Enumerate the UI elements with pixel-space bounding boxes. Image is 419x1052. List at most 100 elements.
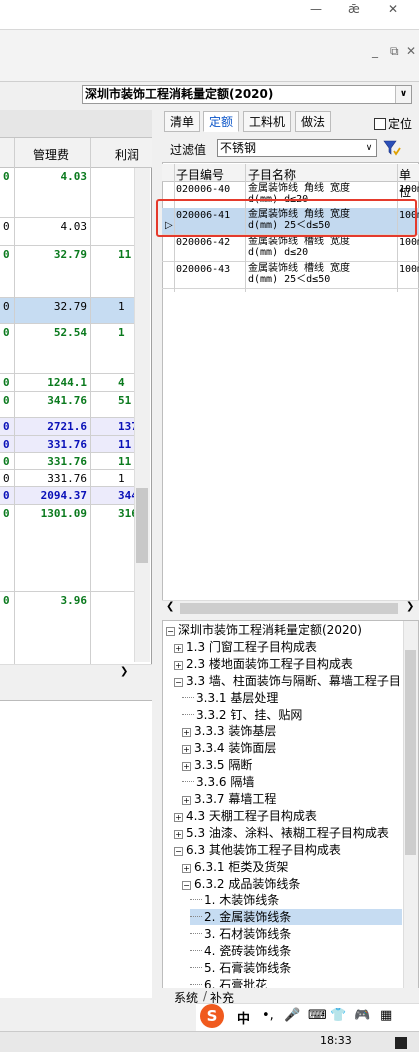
- expand-icon[interactable]: +: [182, 728, 191, 738]
- sogou-logo-icon[interactable]: S: [200, 1004, 224, 1028]
- tree-node[interactable]: 3.3.1 基层处理: [182, 690, 278, 706]
- table-cell: 341.76: [47, 394, 87, 407]
- expand-icon[interactable]: +: [182, 863, 191, 873]
- tree-node-label: 3.3.4 装饰面层: [194, 741, 277, 756]
- quota-library-select[interactable]: 深圳市装饰工程消耗量定额(2020) ∨: [82, 85, 412, 104]
- microphone-icon[interactable]: 🎤: [284, 1008, 300, 1023]
- inner-close-button[interactable]: ✕: [406, 44, 416, 58]
- expand-icon[interactable]: +: [182, 796, 191, 805]
- tree-scroll-thumb[interactable]: [405, 650, 416, 855]
- tab-method[interactable]: 做法: [295, 111, 332, 132]
- table-row[interactable]: 0 331.76 11: [0, 436, 134, 453]
- tree-node-label: 1.3 门窗工程子目构成表: [186, 639, 317, 654]
- tree-connector: [190, 899, 202, 901]
- table-cell: 1301.09: [40, 507, 87, 520]
- tab-system[interactable]: 系统: [174, 989, 198, 1006]
- keyboard-icon[interactable]: ⌨: [308, 1008, 327, 1023]
- chevron-down-icon[interactable]: ∨: [395, 86, 411, 103]
- chevron-left-icon[interactable]: ❮: [166, 601, 174, 612]
- tree-node[interactable]: −3.3 墙、柱面装饰与隔断、幕墙工程子目: [174, 673, 401, 689]
- tree-node[interactable]: 3. 石材装饰线条: [190, 926, 291, 942]
- locate-label: 定位: [388, 117, 413, 131]
- chevron-right-icon[interactable]: ❯: [120, 666, 128, 677]
- inner-minimize-button[interactable]: _: [372, 44, 378, 58]
- tree-node[interactable]: +6.3.1 柜类及货架: [182, 859, 288, 875]
- minimize-button[interactable]: —: [310, 2, 322, 16]
- close-button[interactable]: ✕: [388, 2, 398, 16]
- table-row[interactable]: 020006-42金属装饰线 槽线 宽度d(mm) d≤20100m: [162, 235, 419, 262]
- left-panel-toolbar: [0, 110, 152, 138]
- tree-node[interactable]: 1. 木装饰线条: [190, 892, 279, 908]
- collapse-icon[interactable]: −: [166, 627, 175, 636]
- expand-icon[interactable]: +: [174, 812, 183, 822]
- collapse-icon[interactable]: −: [182, 880, 191, 890]
- tree-node-label: 6.3.2 成品装饰线条: [194, 876, 301, 891]
- tree-node[interactable]: − 深圳市装饰工程消耗量定额(2020): [166, 622, 362, 638]
- tree-node[interactable]: −6.3.2 成品装饰线条: [182, 876, 300, 892]
- table-row[interactable]: 0 331.76 1: [0, 470, 134, 487]
- tab-labor-material-machine[interactable]: 工料机: [243, 111, 292, 132]
- table-row[interactable]: 0 2721.6 137: [0, 418, 138, 436]
- table-cell: 4.03: [60, 220, 88, 233]
- checkbox-icon[interactable]: [374, 118, 386, 130]
- table-row[interactable]: 020006-43金属装饰线 槽线 宽度d(mm) 25＜d≤50100m: [162, 262, 419, 289]
- tree-node[interactable]: 3.3.2 钉、挂、贴网: [182, 707, 302, 723]
- collapse-icon[interactable]: −: [174, 846, 183, 856]
- restore-button[interactable]: ǣ: [348, 2, 360, 16]
- tree-node[interactable]: 2. 金属装饰线条: [190, 909, 402, 926]
- tree-node[interactable]: +4.3 天棚工程子目构成表: [174, 808, 317, 824]
- tree-node[interactable]: 4. 瓷砖装饰线条: [190, 943, 291, 959]
- tree-node[interactable]: +1.3 门窗工程子目构成表: [174, 639, 317, 655]
- expand-icon[interactable]: +: [182, 745, 191, 755]
- inner-restore-button[interactable]: ⧉: [390, 44, 399, 59]
- expand-icon[interactable]: +: [174, 829, 183, 839]
- tree-node-label: 3. 石材装饰线条: [204, 927, 292, 942]
- table-row[interactable]: 0 52.54 1: [0, 324, 134, 374]
- game-icon[interactable]: 🎮: [354, 1008, 370, 1023]
- items-scroll-thumb[interactable]: [180, 603, 398, 614]
- filter-select[interactable]: 不锈钢 ∨: [217, 139, 377, 157]
- table-cell: 0: [3, 220, 10, 233]
- chevron-down-icon[interactable]: ∨: [362, 140, 376, 156]
- tree-node[interactable]: 5. 石膏装饰线条: [190, 960, 291, 976]
- tree-node[interactable]: +3.3.3 装饰基层: [182, 723, 276, 739]
- ime-punctuation-toggle[interactable]: •,: [262, 1008, 274, 1023]
- tree-node[interactable]: 3.3.6 隔墙: [182, 774, 254, 790]
- filter-funnel-icon[interactable]: [382, 138, 402, 158]
- tree-node-label: 6.3 其他装饰工程子目构成表: [186, 842, 341, 857]
- highlight-annotation-box: [156, 199, 417, 237]
- table-row[interactable]: 0 341.76 51: [0, 392, 134, 418]
- toolbox-grid-icon[interactable]: ▦: [380, 1008, 392, 1023]
- chevron-right-icon[interactable]: ❯: [406, 601, 414, 612]
- table-row[interactable]: 0 32.79 11: [0, 246, 134, 298]
- tab-quota[interactable]: 定额: [203, 111, 240, 132]
- left-horizontal-scrollbar[interactable]: ❯: [0, 664, 152, 682]
- left-scroll-thumb[interactable]: [136, 488, 148, 563]
- skin-icon[interactable]: 👕: [330, 1008, 346, 1023]
- collapse-icon[interactable]: −: [174, 677, 183, 687]
- tree-node[interactable]: +2.3 楼地面装饰工程子目构成表: [174, 656, 353, 672]
- tree-node[interactable]: +3.3.5 隔断: [182, 757, 252, 773]
- tree-node[interactable]: +3.3.4 装饰面层: [182, 740, 276, 756]
- left-vertical-scrollbar[interactable]: [134, 168, 150, 662]
- locate-checkbox[interactable]: 定位: [374, 115, 412, 132]
- tab-bill[interactable]: 清单: [164, 111, 201, 132]
- tree-node[interactable]: +5.3 油漆、涂料、裱糊工程子目构成表: [174, 825, 389, 841]
- expand-icon[interactable]: +: [174, 660, 183, 670]
- item-name-line1: 金属装饰线 槽线 宽度: [248, 236, 351, 247]
- table-row[interactable]: 0 2094.37 344: [0, 487, 138, 505]
- expand-icon[interactable]: +: [182, 762, 191, 772]
- table-row[interactable]: 0 4.03: [0, 168, 134, 218]
- table-row[interactable]: 0 331.76 11: [0, 453, 134, 470]
- table-row[interactable]: 0 1301.09 316: [0, 505, 138, 592]
- left-table-header: 管理费 利润: [0, 138, 152, 168]
- table-row[interactable]: 0 1244.1 4: [0, 374, 134, 392]
- ime-language-toggle[interactable]: 中: [237, 1008, 250, 1027]
- tree-node[interactable]: −6.3 其他装饰工程子目构成表: [174, 842, 341, 858]
- table-row[interactable]: 0 32.79 1: [0, 298, 134, 324]
- expand-icon[interactable]: +: [174, 643, 183, 653]
- table-row[interactable]: 0 4.03: [0, 218, 134, 246]
- notification-icon[interactable]: [395, 1037, 407, 1049]
- tree-node[interactable]: +3.3.7 幕墙工程: [182, 791, 276, 807]
- tree-connector: [190, 967, 202, 968]
